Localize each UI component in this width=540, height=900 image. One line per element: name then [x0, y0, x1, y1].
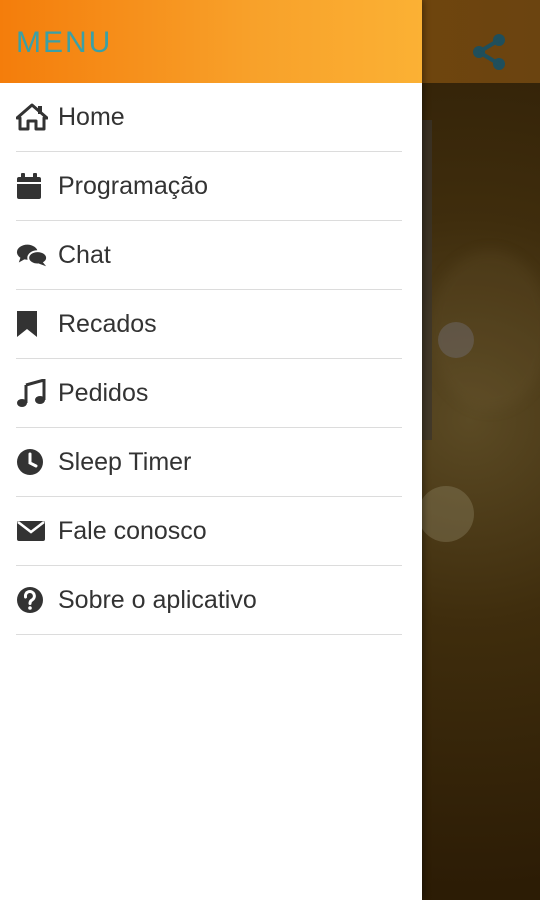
menu-item-label: Sobre o aplicativo	[58, 585, 257, 614]
background-bokeh	[438, 322, 474, 358]
bookmark-icon	[16, 308, 48, 340]
clock-icon	[16, 446, 48, 478]
chat-icon	[16, 239, 48, 271]
menu-item-sobre[interactable]: Sobre o aplicativo	[16, 566, 402, 635]
share-button[interactable]	[466, 28, 514, 76]
menu-item-label: Fale conosco	[58, 516, 207, 545]
background-image-edge	[421, 120, 432, 440]
background-bokeh	[418, 486, 474, 542]
menu-item-label: Home	[58, 102, 125, 131]
calendar-icon	[16, 170, 48, 202]
menu-item-label: Recados	[58, 309, 157, 338]
menu-item-label: Chat	[58, 240, 111, 269]
menu-item-programacao[interactable]: Programação	[16, 152, 402, 221]
menu-item-home[interactable]: Home	[16, 83, 402, 152]
menu-item-chat[interactable]: Chat	[16, 221, 402, 290]
menu-item-fale-conosco[interactable]: Fale conosco	[16, 497, 402, 566]
navigation-drawer: MENU Home Programação Chat Recados Pedid…	[0, 0, 422, 900]
home-icon	[16, 101, 48, 133]
envelope-icon	[16, 515, 48, 547]
menu-item-label: Pedidos	[58, 378, 149, 407]
menu-list: Home Programação Chat Recados Pedidos Sl…	[0, 83, 422, 635]
menu-item-label: Programação	[58, 171, 209, 200]
menu-item-pedidos[interactable]: Pedidos	[16, 359, 402, 428]
drawer-header: MENU	[0, 0, 422, 83]
menu-item-sleep-timer[interactable]: Sleep Timer	[16, 428, 402, 497]
music-icon	[16, 377, 48, 409]
question-icon	[16, 584, 48, 616]
drawer-title: MENU	[16, 26, 113, 59]
menu-item-label: Sleep Timer	[58, 447, 192, 476]
menu-item-recados[interactable]: Recados	[16, 290, 402, 359]
share-icon	[473, 34, 505, 70]
